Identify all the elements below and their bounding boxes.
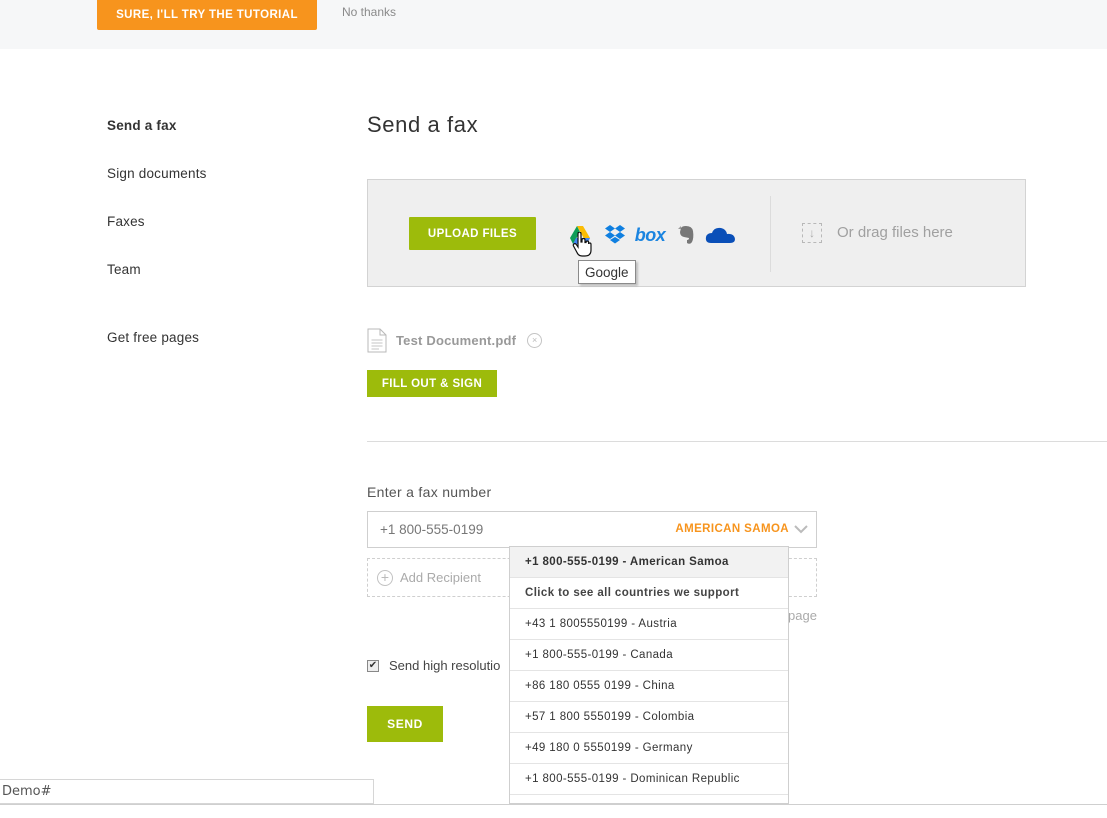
fax-number-value: +1 800-555-0199 [380,522,484,537]
dropdown-option-american-samoa[interactable]: +1 800-555-0199 - American Samoa [510,547,788,578]
selected-country: AMERICAN SAMOA [675,523,789,535]
tutorial-banner: SURE, I'LL TRY THE TUTORIAL No thanks [0,0,1107,49]
remove-file-icon[interactable]: × [527,332,543,348]
fill-out-sign-button[interactable]: FILL OUT & SIGN [367,370,497,397]
hand-cursor-icon [572,232,592,257]
upload-dropzone[interactable]: UPLOAD FILES box ↓ Or drag files here [367,179,1026,287]
dropdown-all-countries-link[interactable]: Click to see all countries we support [510,578,788,609]
upload-files-button[interactable]: UPLOAD FILES [409,217,536,250]
google-tooltip: Google [578,260,636,284]
country-select[interactable]: AMERICAN SAMOA [675,523,808,535]
evernote-icon[interactable] [677,222,695,248]
bottom-border [0,804,1107,805]
dropdown-option-germany[interactable]: +49 180 0 5550199 - Germany [510,733,788,764]
onedrive-icon[interactable] [704,222,736,248]
document-icon [367,328,387,352]
dropdown-option-colombia[interactable]: +57 1 800 5550199 - Colombia [510,702,788,733]
attached-file: Test Document.pdf × [367,327,543,353]
upload-divider [770,196,771,272]
dropdown-option-canada[interactable]: +1 800-555-0199 - Canada [510,640,788,671]
sidebar-item-send-a-fax[interactable]: Send a fax [107,118,177,133]
sidebar-item-get-free-pages[interactable]: Get free pages [107,330,199,345]
chevron-down-icon[interactable] [794,524,808,534]
high-resolution-checkbox[interactable]: ✔ [367,659,379,672]
sidebar-item-faxes[interactable]: Faxes [107,214,145,229]
dropdown-option-partial[interactable] [510,795,788,803]
sidebar-item-sign-documents[interactable]: Sign documents [107,166,207,181]
drag-files-text: Or drag files here [837,224,953,241]
file-name: Test Document.pdf [396,332,517,348]
sidebar-item-team[interactable]: Team [107,262,141,277]
fax-number-input[interactable]: +1 800-555-0199 AMERICAN SAMOA [367,511,817,548]
cover-page-link-fragment[interactable]: page [788,608,817,623]
add-recipient-label: Add Recipient [400,570,481,585]
fax-number-label: Enter a fax number [367,484,492,500]
no-thanks-link[interactable]: No thanks [342,5,396,19]
box-icon[interactable]: box [634,222,666,248]
dropdown-option-dominican-republic[interactable]: +1 800-555-0199 - Dominican Republic [510,764,788,795]
drag-drop-icon: ↓ [802,223,822,243]
add-recipient-plus-icon: + [377,570,393,586]
page-title: Send a fax [367,112,479,137]
dropdown-option-austria[interactable]: +43 1 8005550199 - Austria [510,609,788,640]
demo-number-field[interactable]: Demo# [0,779,374,804]
send-button[interactable]: SEND [367,706,443,742]
dropbox-icon[interactable] [604,222,626,248]
tutorial-button[interactable]: SURE, I'LL TRY THE TUTORIAL [97,0,317,30]
high-resolution-option: ✔ Send high resolutio [367,658,500,673]
high-resolution-label: Send high resolutio [389,658,501,673]
box-label: box [634,224,666,245]
section-divider [367,441,1107,442]
dropdown-option-china[interactable]: +86 180 0555 0199 - China [510,671,788,702]
country-dropdown[interactable]: +1 800-555-0199 - American Samoa Click t… [509,546,789,804]
